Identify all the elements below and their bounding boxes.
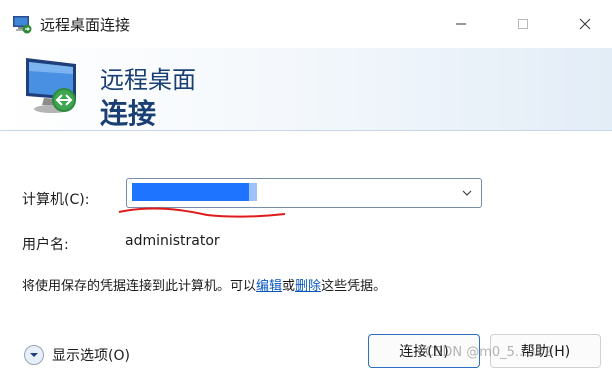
header-banner: 远程桌面 连接 xyxy=(0,48,612,131)
show-options-label: 显示选项(O) xyxy=(52,348,130,364)
username-label: 用户名: xyxy=(22,237,69,253)
window-title: 远程桌面连接 xyxy=(40,16,131,34)
chevron-down-icon[interactable] xyxy=(461,187,473,199)
info-text-suffix: 这些凭据。 xyxy=(321,279,387,294)
title-bar: 远程桌面连接 xyxy=(0,0,612,49)
red-annotation-underline xyxy=(118,207,286,218)
remote-desktop-app-icon xyxy=(13,16,32,34)
username-value: administrator xyxy=(125,233,220,249)
redacted-mask xyxy=(249,183,257,201)
credentials-info: 将使用保存的凭据连接到此计算机。可以编辑或删除这些凭据。 xyxy=(22,275,386,294)
computer-label: 计算机(C): xyxy=(22,192,90,208)
show-options-toggle[interactable]: 显示选项(O) xyxy=(24,345,130,365)
banner-title-line2: 连接 xyxy=(100,97,157,130)
banner-title-line1: 远程桌面 xyxy=(100,66,196,94)
delete-credentials-link[interactable]: 删除 xyxy=(295,279,321,294)
minimize-icon xyxy=(456,23,466,25)
watermark-text: CSDN @m0_5...322 xyxy=(425,345,553,360)
monitor-connection-icon xyxy=(26,58,76,113)
close-icon xyxy=(579,18,591,30)
maximize-button[interactable] xyxy=(500,10,546,38)
expand-options-button[interactable] xyxy=(24,345,44,365)
info-text-middle: 或 xyxy=(282,279,296,294)
maximize-icon xyxy=(518,19,528,29)
edit-credentials-link[interactable]: 编辑 xyxy=(256,279,282,294)
chevron-down-icon xyxy=(30,353,38,357)
computer-value-selected xyxy=(132,183,254,201)
minimize-button[interactable] xyxy=(438,10,484,38)
close-button[interactable] xyxy=(562,10,608,38)
info-text-prefix: 将使用保存的凭据连接到此计算机。可以 xyxy=(22,279,257,294)
